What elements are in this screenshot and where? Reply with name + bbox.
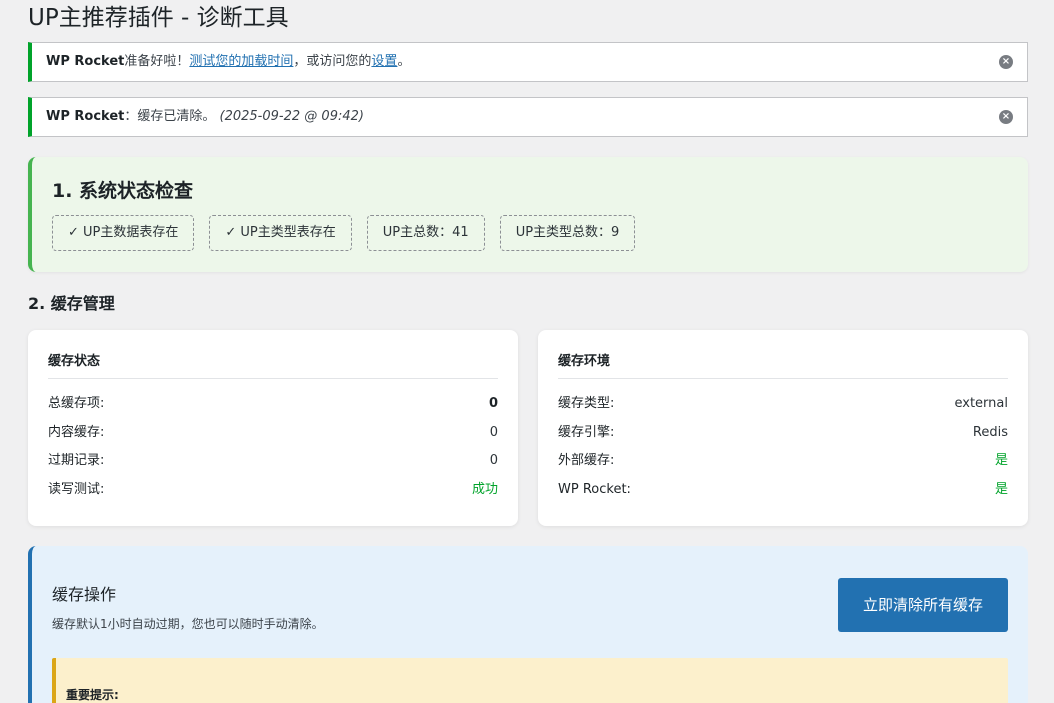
settings-link[interactable]: 设置 (371, 54, 397, 69)
notice-text: 。 (397, 54, 411, 69)
row-label: 读写测试: (48, 481, 105, 497)
row-label: 总缓存项: (48, 396, 105, 411)
clear-all-cache-button[interactable]: 立即清除所有缓存 (838, 578, 1008, 632)
system-status-title: 1. 系统状态检查 (52, 180, 194, 202)
cache-status-card: 缓存状态 总缓存项: 0 内容缓存: 0 过期记录: 0 读写测试: 成功 (28, 330, 518, 526)
card-row: 总缓存项: 0 (48, 394, 498, 423)
row-value: 是 (994, 481, 1008, 497)
row-value: 0 (488, 396, 498, 411)
row-label: 缓存引擎: (558, 424, 615, 440)
row-label: 外部缓存: (558, 453, 615, 468)
row-label: 过期记录: (48, 453, 105, 468)
row-value: 成功 (471, 481, 498, 497)
divider (558, 378, 1008, 379)
notice-brand: WP Rocket (46, 109, 125, 124)
cache-section-title: 2. 缓存管理 (28, 294, 115, 313)
row-value: 0 (489, 424, 498, 440)
card-row: WP Rocket: 是 (558, 480, 1008, 509)
divider (48, 378, 498, 379)
cache-ops-description: 缓存默认1小时自动过期，您也可以随时手动清除。 (52, 617, 324, 631)
cache-operations-panel: 缓存操作 缓存默认1小时自动过期，您也可以随时手动清除。 立即清除所有缓存 重要… (28, 546, 1028, 703)
notice-timestamp: (2025-09-22 @ 09:42) (219, 109, 364, 124)
notice-text: 准备好啦！ (124, 54, 190, 69)
diagnostics-page: UP主推荐插件 - 诊断工具 WP Rocket准备好啦！测试您的加载时间，或访… (0, 0, 1054, 703)
row-value: external (954, 396, 1009, 411)
status-pill-type-count: UP主类型总数：9 (499, 215, 636, 251)
page-title: UP主推荐插件 - 诊断工具 (28, 5, 289, 31)
dismiss-icon[interactable]: × (999, 110, 1013, 124)
card-row: 缓存类型: external (558, 394, 1008, 423)
notice-brand: WP Rocket (46, 54, 125, 69)
notice-text: ：缓存已清除。 (124, 109, 216, 124)
card-row: 缓存引擎: Redis (558, 423, 1008, 452)
important-notice-box: 重要提示: (52, 658, 1008, 703)
card-row: 外部缓存: 是 (558, 451, 1008, 480)
status-pill-up-count: UP主总数：41 (366, 215, 485, 251)
cache-ops-title: 缓存操作 (52, 585, 117, 604)
important-notice-title: 重要提示: (66, 688, 119, 702)
row-label: 内容缓存: (48, 424, 105, 440)
card-row: 过期记录: 0 (48, 451, 498, 480)
status-pill-type-table: ✓ UP主类型表存在 (209, 215, 352, 251)
row-label: 缓存类型: (558, 396, 615, 411)
row-value: 0 (489, 453, 498, 468)
card-title: 缓存环境 (558, 354, 611, 369)
card-row: 内容缓存: 0 (48, 423, 498, 452)
dismiss-icon[interactable]: × (999, 55, 1013, 69)
cache-env-card: 缓存环境 缓存类型: external 缓存引擎: Redis 外部缓存: 是 … (538, 330, 1028, 526)
row-label: WP Rocket: (558, 481, 631, 497)
notice-text: ，或访问您的 (293, 54, 372, 69)
status-pill-row: ✓ UP主数据表存在 ✓ UP主类型表存在 UP主总数：41 UP主类型总数：9 (52, 215, 636, 251)
notice-wp-rocket-ready: WP Rocket准备好啦！测试您的加载时间，或访问您的设置。 × (28, 42, 1028, 82)
row-value: 是 (994, 453, 1008, 468)
card-row: 读写测试: 成功 (48, 480, 498, 509)
system-status-panel: 1. 系统状态检查 ✓ UP主数据表存在 ✓ UP主类型表存在 UP主总数：41… (28, 157, 1028, 272)
row-value: Redis (972, 424, 1008, 440)
card-title: 缓存状态 (48, 354, 101, 369)
status-pill-up-table: ✓ UP主数据表存在 (52, 215, 195, 251)
test-load-time-link[interactable]: 测试您的加载时间 (189, 54, 293, 69)
notice-cache-cleared: WP Rocket：缓存已清除。 (2025-09-22 @ 09:42) × (28, 97, 1028, 137)
